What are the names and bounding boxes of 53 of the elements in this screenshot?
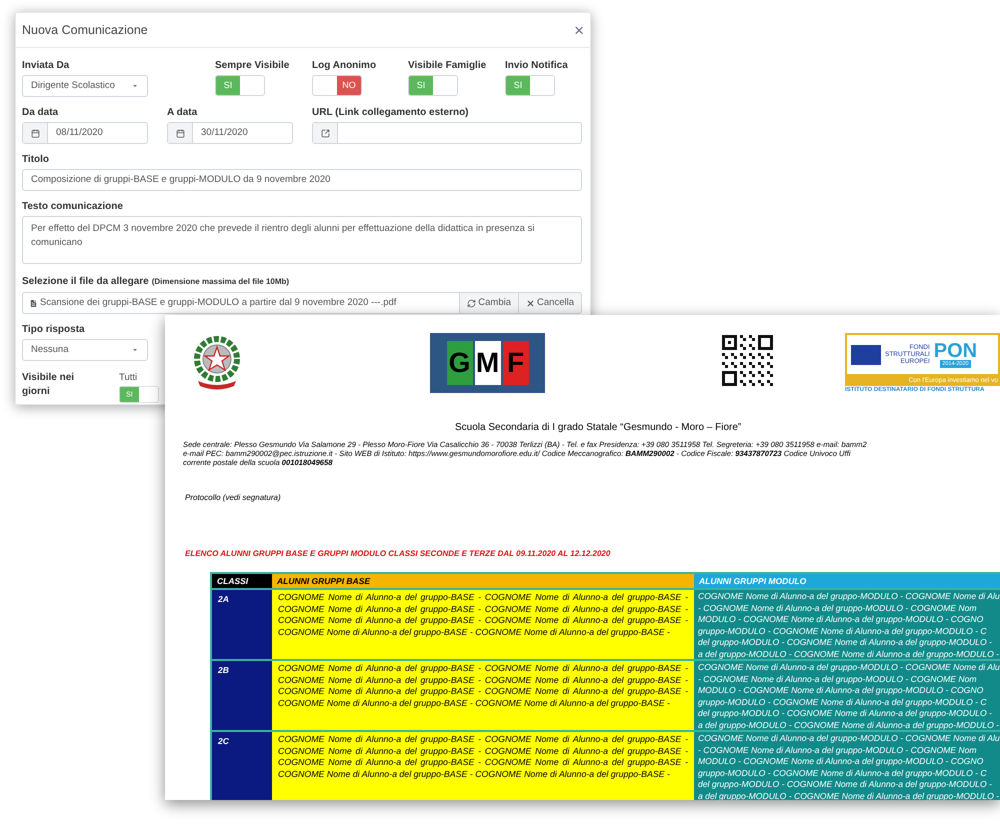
field-label: Da data [22,107,60,119]
close-icon [526,298,536,308]
field-label: Tipo risposta [22,324,86,336]
field-label: Testo comunicazione [22,201,124,213]
table-cell: COGNOME Nome di Alunno-a del gruppo-BASE - COGNOME Nome di Alunno-a del gruppo-BASE - COGNOME Nome di Alunno-a del gruppo-BASE - COGNOME Nome di Alunno-a del gruppo-BASE - COGNOME Nome di Alunno-a del gruppo-BASE - COGNOME Nome di Alunno-a del gruppo-BASE - COGNOME Nome di Alunno-a del gruppo-BASE - COGNOME Nome di Alunno-a del gruppo-BASE - [272,590,694,659]
calendar-icon [176,128,184,138]
column-header: ALUNNI GRUPPI BASE [272,574,694,588]
size-hint: (Dimensione massima del file 10Mb) [152,276,290,288]
column-header: ALUNNI GRUPPI MODULO [694,574,1000,588]
table-cell: COGNOME Nome di Alunno-a del gruppo-MODULO - COGNOME Nome di Alu - COGNOME Nome di Alunno-a del gruppo-MODULO - COGNOME Nom MODULO - COGNOME Nome di Alunno-a del gruppo-MODULO - COGNO gruppo-MODULO - COGNOME Nome di Alunno-a del gruppo-MODULO - C del gruppo-MODULO - COGNOME Nome di Alunno-a del gruppo-MODULO - a del gruppo-MODULO - COGNOME Nome di Alunno-a del gruppo-MODULO - [694,732,1000,800]
field-label: Selezione il file da allegare [22,275,149,289]
toggle-switch[interactable]: NO [312,75,362,96]
field-label: Titolo [22,154,50,166]
option-label: Tutti [119,371,138,385]
refresh-icon [467,298,476,308]
field-label: A data [167,107,198,119]
field-label: URL (Link collegamento esterno) [312,107,470,119]
select-field[interactable]: Dirigente Scolastico [22,75,148,97]
list-title: ELENCO ALUNNI GRUPPI BASE E GRUPPI MODULO CLASSI SECONDE E TERZE DAL 09.11.2020 AL 12.12.2020 [184,548,612,560]
change-button[interactable]: Cambia [460,292,520,314]
field-label: Inviata Da [22,60,70,72]
field-label: Invio Notifica [505,60,569,72]
qr-code-drawing [722,335,773,386]
field-label: Sempre Visibile [215,60,290,72]
column-header: CLASSI [212,574,272,588]
cancel-button[interactable]: Cancella [519,292,582,314]
file-field[interactable]: Scansione dei gruppi-BASE e gruppi-MODULO a partire dal 9 novembre 2020 ---.pdf [22,292,460,314]
external-link-icon [320,128,330,138]
message-textarea[interactable]: Per effetto del DPCM 3 novembre 2020 che prevede il rientro degli alunni per effettuazione della didattica in presenza si comunicano [22,216,582,264]
url-field[interactable] [312,122,582,144]
table-cell: COGNOME Nome di Alunno-a del gruppo-BASE - COGNOME Nome di Alunno-a del gruppo-BASE - COGNOME Nome di Alunno-a del gruppo-BASE - COGNOME Nome di Alunno-a del gruppo-BASE - COGNOME Nome di Alunno-a del gruppo-BASE - COGNOME Nome di Alunno-a del gruppo-BASE - COGNOME Nome di Alunno-a del gruppo-BASE - COGNOME Nome di Alunno-a del gruppo-BASE - [272,732,694,800]
file-icon [29,298,38,308]
table-cell: COGNOME Nome di Alunno-a del gruppo-BASE - COGNOME Nome di Alunno-a del gruppo-BASE - COGNOME Nome di Alunno-a del gruppo-BASE - COGNOME Nome di Alunno-a del gruppo-BASE - COGNOME Nome di Alunno-a del gruppo-BASE - COGNOME Nome di Alunno-a del gruppo-BASE - COGNOME Nome di Alunno-a del gruppo-BASE - COGNOME Nome di Alunno-a del gruppo-BASE - [272,661,694,730]
school-logo: G M F [430,333,545,393]
class-cell: 2A [212,590,272,659]
class-cell: 2B [212,661,272,730]
field-label: Log Anonimo [312,60,378,72]
date-field[interactable]: 08/11/2020 [22,122,148,144]
dialog-title: Nuova Comunicazione [22,22,148,39]
table-cell: COGNOME Nome di Alunno-a del gruppo-MODULO - COGNOME Nome di Alu - COGNOME Nome di Alunno-a del gruppo-MODULO - COGNOME Nom MODULO - COGNOME Nome di Alunno-a del gruppo-MODULO - COGNO gruppo-MODULO - COGNOME Nome di Alunno-a del gruppo-MODULO - C del gruppo-MODULO - COGNOME Nome di Alunno-a del gruppo-MODULO - a del gruppo-MODULO - COGNOME Nome di Alunno-a del gruppo-MODULO - [694,590,1000,659]
caret-icon [131,82,139,90]
calendar-icon [30,128,40,138]
protocol-text: Protocollo (vedi segnatura) [184,492,282,504]
field-label: Visibile Famiglie [408,60,488,72]
caret-icon [131,346,139,354]
school-name: Scuola Secondaria di I grado Statale “Gesmundo - Moro – Fiore” [454,421,742,435]
table-cell: COGNOME Nome di Alunno-a del gruppo-MODULO - COGNOME Nome di Alu - COGNOME Nome di Alunno-a del gruppo-MODULO - COGNOME Nom MODULO - COGNOME Nome di Alunno-a del gruppo-MODULO - COGNO gruppo-MODULO - COGNOME Nome di Alunno-a del gruppo-MODULO - C del gruppo-MODULO - COGNOME Nome di Alunno-a del gruppo-MODULO - a del gruppo-MODULO - COGNOME Nome di Alunno-a del gruppo-MODULO - [694,661,1000,730]
select-field[interactable]: Nessuna [22,339,148,361]
title-field[interactable]: Composizione di gruppi-BASE e gruppi-MODULO da 9 novembre 2020 [22,169,582,191]
date-field[interactable]: 30/11/2020 [167,122,293,144]
field-label: Visibile nei giorni [22,371,76,399]
class-cell: 2C [212,732,272,800]
close-button[interactable]: × [574,22,584,38]
